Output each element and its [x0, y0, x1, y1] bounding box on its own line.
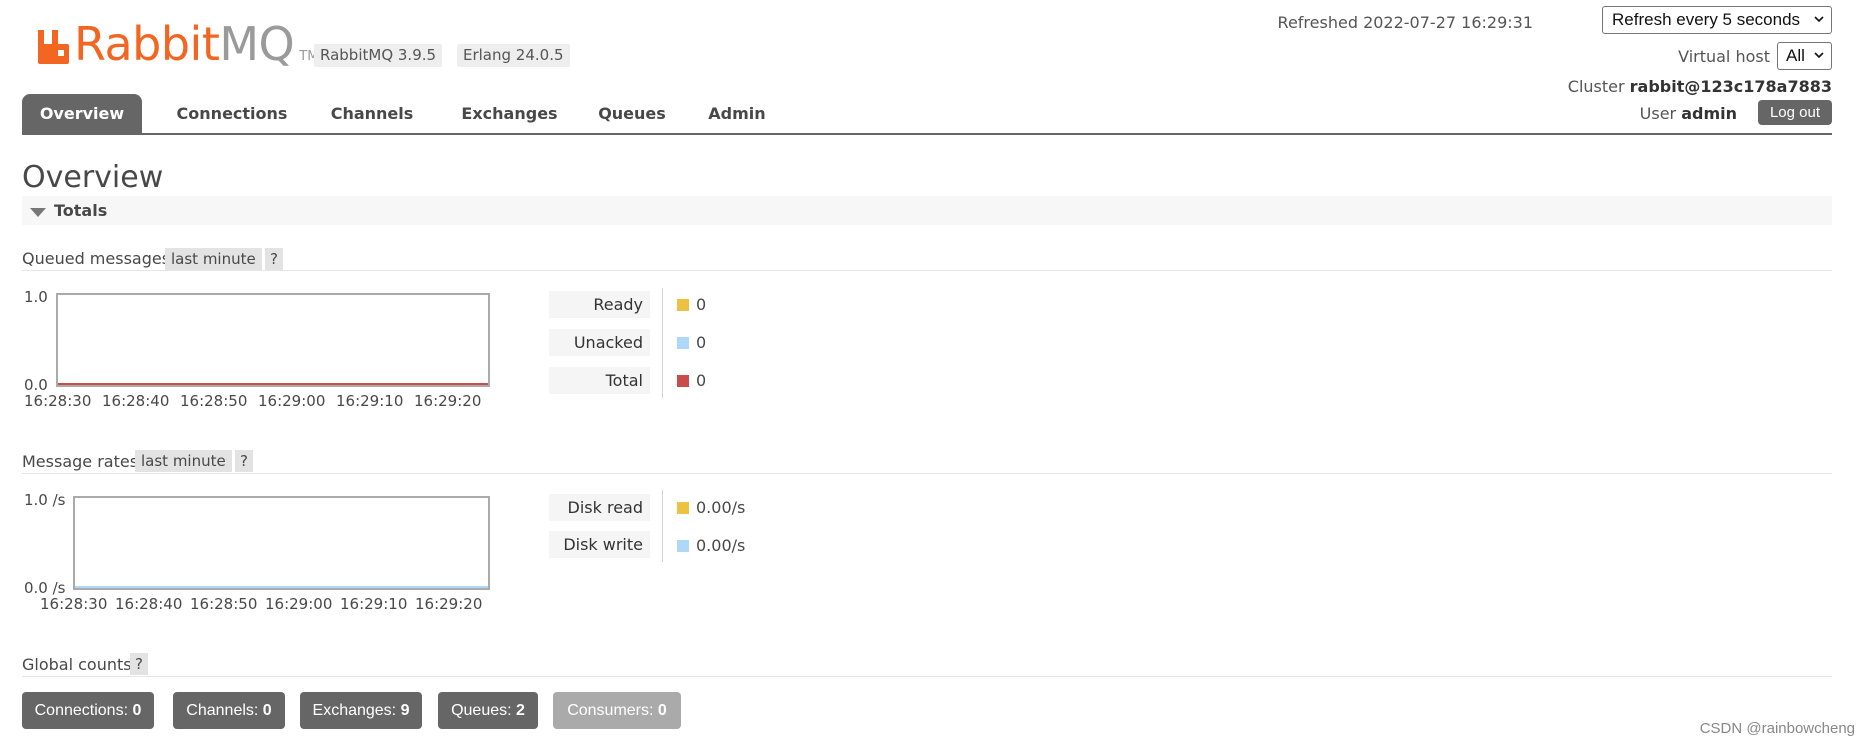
tab-overview[interactable]: Overview	[22, 94, 142, 134]
watermark: CSDN @rainbowcheng	[1699, 720, 1855, 737]
legend-label-unacked: Unacked	[549, 329, 650, 356]
queued-messages-title: Queued messages	[22, 249, 171, 268]
exchanges-count-button[interactable]: Exchanges: 9	[300, 692, 422, 729]
message-rates-chart	[73, 496, 490, 590]
collapse-triangle-icon[interactable]	[30, 208, 46, 217]
count-value: 0	[657, 702, 667, 719]
count-label: Channels:	[186, 702, 259, 719]
section-divider	[22, 676, 1832, 677]
rabbitmq-version: RabbitMQ 3.9.5	[314, 44, 443, 67]
logo-text-rabbit: Rabbit	[74, 17, 220, 71]
queued-x-tick: 16:29:10	[336, 392, 404, 410]
queued-x-tick: 16:28:40	[102, 392, 170, 410]
rabbitmq-logo[interactable]: Rabbit MQ TM	[36, 19, 318, 69]
rates-x-tick: 16:29:00	[265, 595, 333, 613]
user-info: User admin	[1640, 104, 1737, 123]
count-value: 0	[262, 702, 272, 719]
legend-value-ready: 0	[696, 295, 707, 314]
count-value: 0	[132, 702, 142, 719]
rates-range-button[interactable]: last minute	[135, 450, 232, 472]
legend-divider	[662, 490, 663, 562]
chevron-down-icon	[1814, 52, 1824, 59]
rates-help-button[interactable]: ?	[235, 450, 253, 472]
queued-x-tick: 16:29:00	[258, 392, 326, 410]
message-rates-title: Message rates	[22, 452, 139, 471]
channels-count-button[interactable]: Channels: 0	[173, 692, 285, 729]
queued-total-series-line	[58, 383, 488, 385]
tab-channels[interactable]: Channels	[312, 94, 432, 134]
erlang-version: Erlang 24.0.5	[457, 44, 570, 67]
queued-range-button[interactable]: last minute	[165, 248, 262, 270]
tab-connections[interactable]: Connections	[162, 94, 302, 134]
queued-messages-chart	[56, 293, 490, 387]
chevron-down-icon	[1814, 16, 1824, 23]
legend-label-total: Total	[549, 367, 650, 394]
legend-value-total: 0	[696, 371, 707, 390]
count-label: Connections:	[34, 702, 129, 719]
count-label: Exchanges:	[312, 702, 397, 719]
user-name: admin	[1681, 104, 1737, 123]
legend-value-disk-read: 0.00/s	[696, 498, 746, 517]
rates-x-tick: 16:29:20	[415, 595, 483, 613]
connections-count-button[interactable]: Connections: 0	[22, 692, 154, 729]
nav-divider	[22, 133, 1832, 135]
user-label: User	[1639, 104, 1677, 123]
totals-section-header[interactable]	[22, 196, 1832, 225]
page-title: Overview	[22, 160, 164, 195]
section-divider	[22, 270, 1832, 271]
rates-y-max: 1.0 /s	[24, 491, 66, 509]
rates-x-tick: 16:28:30	[40, 595, 108, 613]
legend-label-ready: Ready	[549, 291, 650, 318]
queued-y-max: 1.0	[24, 288, 48, 306]
virtual-host-label: Virtual host	[1678, 47, 1770, 66]
global-counts-title: Global counts	[22, 655, 132, 674]
queued-x-tick: 16:28:50	[180, 392, 248, 410]
section-divider	[22, 473, 1832, 474]
cluster-label: Cluster	[1567, 77, 1625, 96]
legend-label-disk-read: Disk read	[549, 494, 650, 521]
tab-exchanges[interactable]: Exchanges	[442, 94, 577, 134]
refresh-interval-select[interactable]: Refresh every 5 seconds	[1602, 6, 1832, 34]
queues-count-button[interactable]: Queues: 2	[438, 692, 538, 729]
refreshed-status: Refreshed 2022-07-27 16:29:31	[1278, 13, 1533, 33]
disk-read-swatch	[677, 502, 689, 514]
legend-value-unacked: 0	[696, 333, 707, 352]
count-value: 2	[516, 702, 525, 719]
virtual-host-value: All	[1786, 46, 1805, 65]
logo-text-mq: MQ	[219, 17, 295, 71]
refresh-interval-value: Refresh every 5 seconds	[1612, 10, 1801, 29]
refreshed-time: 2022-07-27 16:29:31	[1363, 13, 1533, 32]
cluster-info: Cluster rabbit@123c178a7883	[1568, 77, 1832, 96]
tab-queues[interactable]: Queues	[577, 94, 687, 134]
rabbitmq-logo-icon	[38, 30, 69, 64]
logout-button[interactable]: Log out	[1758, 100, 1832, 125]
legend-value-disk-write: 0.00/s	[696, 536, 746, 555]
cluster-name: rabbit@123c178a7883	[1629, 77, 1832, 96]
queued-help-button[interactable]: ?	[265, 248, 283, 270]
legend-divider	[662, 288, 663, 398]
virtual-host-select[interactable]: All	[1777, 42, 1832, 70]
consumers-count-button[interactable]: Consumers: 0	[553, 692, 681, 729]
tab-admin[interactable]: Admin	[687, 94, 787, 134]
queued-x-tick: 16:28:30	[24, 392, 92, 410]
queued-x-tick: 16:29:20	[414, 392, 482, 410]
disk-write-swatch	[677, 540, 689, 552]
rates-disk-write-series-line	[75, 586, 488, 588]
count-value: 9	[400, 702, 410, 719]
count-label: Consumers:	[567, 702, 654, 719]
ready-swatch	[677, 299, 689, 311]
total-swatch	[677, 375, 689, 387]
totals-label[interactable]: Totals	[54, 201, 107, 221]
refreshed-label: Refreshed	[1277, 13, 1358, 32]
legend-label-disk-write: Disk write	[549, 531, 650, 558]
rates-x-tick: 16:28:50	[190, 595, 258, 613]
global-help-button[interactable]: ?	[130, 653, 148, 675]
count-label: Queues:	[451, 702, 512, 719]
unacked-swatch	[677, 337, 689, 349]
rates-x-tick: 16:29:10	[340, 595, 408, 613]
rates-x-tick: 16:28:40	[115, 595, 183, 613]
